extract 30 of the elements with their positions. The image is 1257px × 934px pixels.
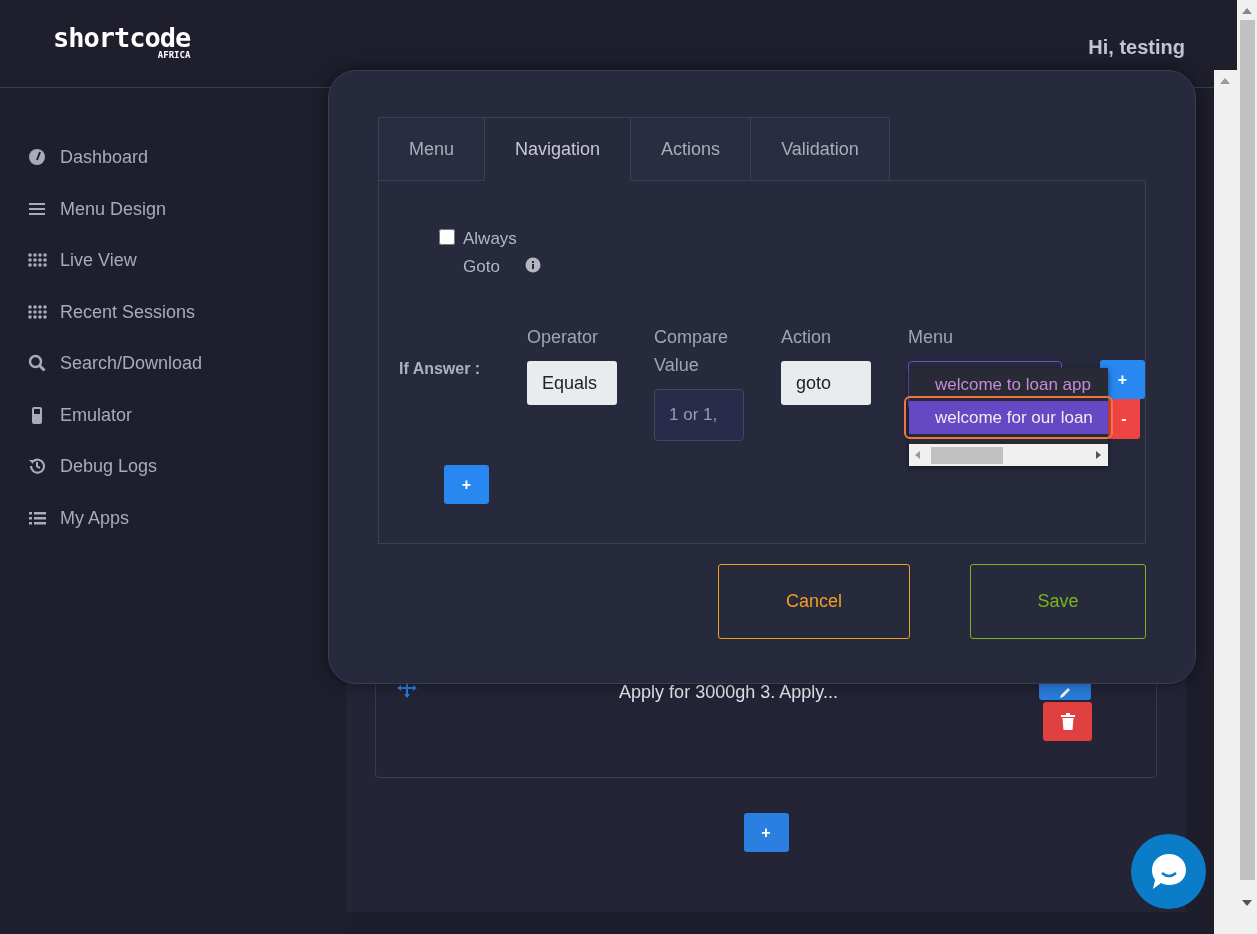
sidebar-item[interactable]: Emulator — [0, 389, 346, 441]
sidebar-item[interactable]: Recent Sessions — [0, 286, 346, 338]
operator-select[interactable]: Equals — [527, 361, 617, 405]
sidebar-item[interactable]: Menu Design — [0, 183, 346, 235]
tab[interactable]: Menu — [378, 117, 486, 181]
logo-subtitle: AFRICA — [156, 49, 191, 62]
tab[interactable]: Navigation — [484, 117, 632, 181]
menu-text: Apply for 3000gh 3. Apply... — [618, 681, 839, 704]
remove-button[interactable]: - — [1108, 399, 1140, 439]
sidebar-item[interactable]: Search/Download — [0, 338, 346, 390]
logo-text: shortcode — [53, 24, 191, 51]
checkbox-label: Always Goto — [463, 228, 518, 278]
greeting: Hi, testing — [1088, 35, 1185, 60]
field-label: Compare Value — [654, 326, 730, 377]
cancel-button[interactable]: Cancel — [718, 564, 910, 639]
sidebar-item[interactable]: My Apps — [0, 492, 346, 544]
tab[interactable]: Validation — [750, 117, 890, 181]
sidebar-item[interactable]: Live View — [0, 235, 346, 287]
condition-label: If Answer : — [399, 359, 482, 379]
field-label: Menu — [908, 326, 955, 349]
field-label: Operator — [527, 326, 600, 349]
sidebar-item[interactable]: Dashboard — [0, 132, 346, 184]
compare-value-field[interactable]: 1 or 1, — [654, 389, 744, 441]
add-condition-button[interactable]: + — [444, 465, 489, 504]
tab[interactable]: Actions — [630, 117, 752, 181]
add-button[interactable]: + — [743, 813, 789, 852]
sidebar-item[interactable]: Debug Logs — [0, 441, 346, 493]
save-button[interactable]: Save — [970, 564, 1146, 639]
field-label: Action — [781, 326, 833, 349]
action-select[interactable]: goto — [781, 361, 871, 405]
